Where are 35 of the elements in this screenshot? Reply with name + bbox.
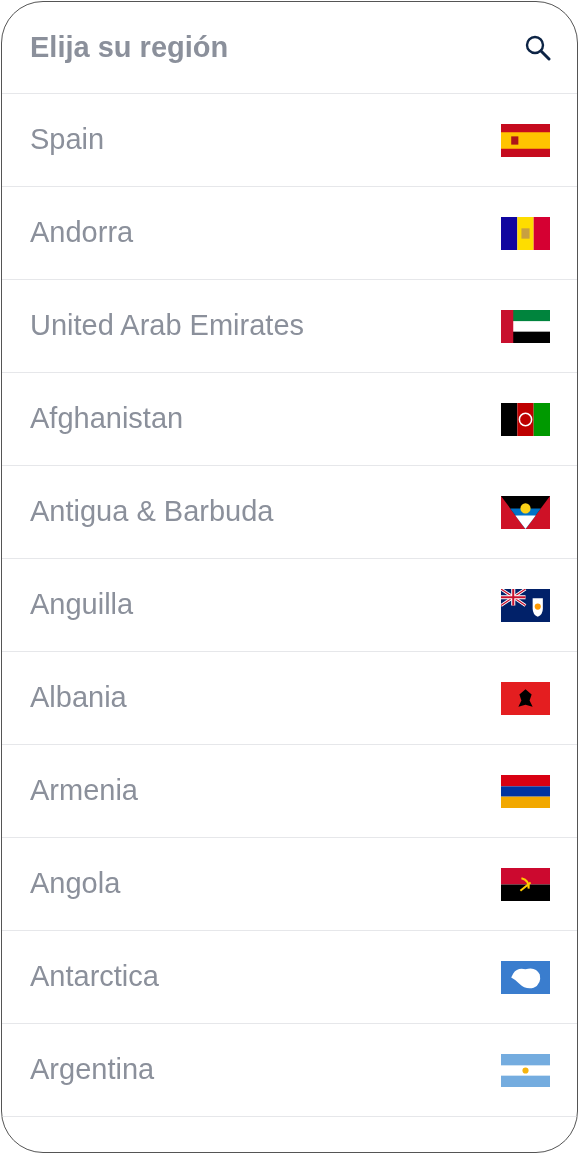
header-title: Elija su región (30, 29, 229, 65)
country-name: Andorra (30, 215, 134, 251)
country-row[interactable]: Armenia (2, 745, 577, 838)
spanish-flag-icon (501, 123, 550, 157)
afghan-flag-icon (501, 402, 550, 436)
country-row[interactable]: Argentina (2, 1024, 577, 1117)
country-name: Albania (30, 680, 127, 716)
armenian-flag-icon (501, 774, 550, 808)
angolan-flag-icon (501, 867, 550, 901)
country-name: Antigua & Barbuda (30, 494, 274, 530)
country-row[interactable]: Andorra (2, 187, 577, 280)
andorran-flag-icon (501, 216, 550, 250)
country-row[interactable]: Angola (2, 838, 577, 931)
country-name: Antarctica (30, 959, 159, 995)
antiguan-flag-icon (501, 495, 550, 529)
country-row[interactable]: United Arab Emirates (2, 280, 577, 373)
country-name: Afghanistan (30, 401, 184, 437)
country-row[interactable]: Spain (2, 94, 577, 187)
country-row[interactable]: Albania (2, 652, 577, 745)
country-name: Spain (30, 122, 105, 158)
argentine-flag-icon (501, 1053, 550, 1087)
country-name: Anguilla (30, 587, 134, 623)
country-row[interactable]: Anguilla (2, 559, 577, 652)
country-name: Argentina (30, 1052, 155, 1088)
country-name: Angola (30, 866, 121, 902)
albanian-flag-icon (501, 681, 550, 715)
emirati-flag-icon (501, 309, 550, 343)
antarctic-flag-icon (501, 960, 550, 994)
anguillan-flag-icon (501, 588, 550, 622)
country-row[interactable]: Antigua & Barbuda (2, 466, 577, 559)
country-row[interactable]: Afghanistan (2, 373, 577, 466)
search-icon[interactable] (525, 34, 551, 61)
country-row[interactable]: Antarctica (2, 931, 577, 1024)
country-name: Armenia (30, 773, 138, 809)
country-name: United Arab Emirates (30, 308, 304, 344)
